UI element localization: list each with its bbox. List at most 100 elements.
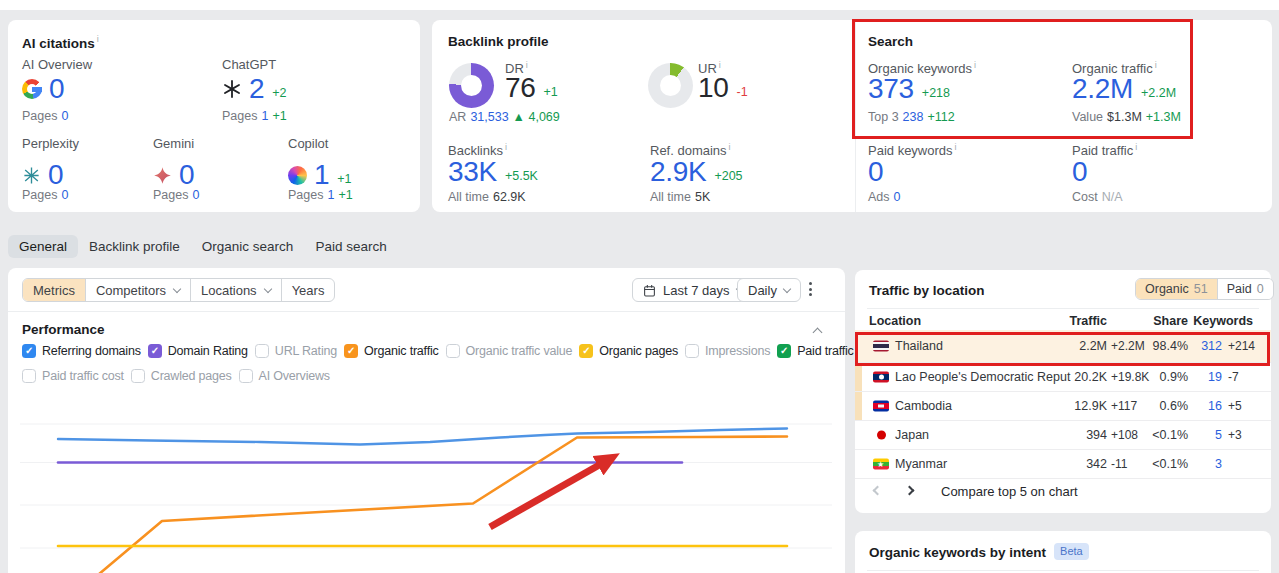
traffic-value: 394 [1086, 428, 1107, 442]
metric-checkbox-url-rating[interactable]: URL Rating [255, 344, 337, 358]
traffic-delta: -11 [1111, 457, 1127, 471]
view-button-locations[interactable]: Locations [190, 279, 281, 301]
tab-general[interactable]: General [8, 235, 78, 258]
tab-backlink-profile[interactable]: Backlink profile [78, 235, 191, 258]
traffic-row-myanmar[interactable]: Myanmar 342 -11 <0.1% 3 [855, 450, 1271, 479]
ai-citation-copilot: Copilot 1+1 Pages1+1 [288, 137, 328, 151]
next-page-icon[interactable] [905, 486, 915, 496]
info-icon: i [1155, 60, 1157, 70]
traffic-by-location-title: Traffic by location [869, 283, 985, 298]
checkbox-unchecked-icon [255, 344, 269, 358]
url-rating-donut [648, 63, 693, 108]
divider [867, 308, 1259, 309]
traffic-delta: +117 [1111, 399, 1137, 413]
metric-checkbox-referring-domains[interactable]: ✓Referring domains [22, 344, 141, 358]
keywords-by-intent-title: Organic keywords by intentBeta [869, 543, 1089, 560]
ai-citation-pages: Pages0 [22, 109, 72, 123]
column-keywords: Keywords [1193, 314, 1253, 328]
compare-top5-link[interactable]: Compare top 5 on chart [941, 484, 1078, 499]
ref-domains-value[interactable]: 2.9K [650, 158, 706, 186]
traffic-value: 342 [1086, 457, 1107, 471]
tab-paid-search[interactable]: Paid search [304, 235, 397, 258]
keywords-delta: +214 [1228, 339, 1255, 353]
flag-icon-th [873, 341, 889, 352]
ai-citation-ai-overview: AI Overview 0 Pages0 [22, 58, 92, 72]
traffic-value: 20.2K [1074, 370, 1107, 384]
metric-checkbox-impressions[interactable]: Impressions [685, 344, 770, 358]
metric-checkbox-domain-rating[interactable]: ✓Domain Rating [148, 344, 248, 358]
keywords-value[interactable]: 19 [1208, 370, 1222, 384]
performance-chart [8, 386, 845, 573]
ai-citation-label: AI Overview [22, 58, 92, 72]
ai-citation-value[interactable]: 1 [314, 161, 329, 189]
paid-traffic-value[interactable]: 0 [1072, 158, 1087, 186]
dr-delta: +1 [544, 85, 558, 99]
ai-citation-value[interactable]: 0 [48, 161, 63, 189]
location-name: Japan [895, 428, 929, 442]
ai-citation-value[interactable]: 0 [179, 161, 194, 189]
traffic-row-japan[interactable]: Japan 394 +108 <0.1% 5 +3 [855, 421, 1271, 450]
traffic-row-lao-people-s-democratic-reput[interactable]: Lao People's Democratic Reput 20.2K +19.… [855, 363, 1271, 392]
checkbox-checked-icon: ✓ [579, 344, 593, 358]
date-range-button[interactable]: Last 7 days [632, 278, 754, 302]
metric-checkbox-paid-traffic-cost[interactable]: Paid traffic cost [22, 369, 124, 383]
traffic-row-thailand[interactable]: Thailand 2.2M +2.2M 98.4% 312 +214 [855, 330, 1271, 363]
ai-citation-label: Perplexity [22, 137, 79, 151]
granularity-button[interactable]: Daily [737, 278, 801, 302]
ai-citation-value[interactable]: 2 [249, 75, 264, 103]
ur-delta: -1 [737, 85, 748, 99]
ref-domains-alltime: All time5K [650, 190, 714, 204]
flag-icon-jp [873, 430, 889, 441]
paid-traffic-cost: CostN/A [1072, 190, 1127, 204]
more-options-icon[interactable] [809, 282, 812, 296]
keywords-value[interactable]: 3 [1215, 457, 1222, 471]
backlink-profile-title: Backlink profile [448, 34, 549, 49]
traffic-toggle-organic[interactable]: Organic51 [1136, 279, 1217, 299]
backlinks-value[interactable]: 33K [448, 158, 497, 186]
organic-traffic-value[interactable]: 2.2M [1072, 75, 1133, 103]
metric-checkbox-organic-traffic-value[interactable]: Organic traffic value [446, 344, 573, 358]
traffic-row-cambodia[interactable]: Cambodia 12.9K +117 0.6% 16 +5 [855, 392, 1271, 421]
traffic-toggle-paid[interactable]: Paid0 [1217, 279, 1273, 299]
ai-citation-delta: +2 [272, 86, 286, 100]
metric-checkbox-ai-overviews[interactable]: AI Overviews [239, 369, 330, 383]
checkbox-checked-icon: ✓ [148, 344, 162, 358]
traffic-value: 2.2M [1079, 339, 1107, 353]
metric-checkbox-organic-traffic[interactable]: ✓Organic traffic [344, 344, 439, 358]
organic-keywords-value[interactable]: 373 [868, 75, 914, 103]
performance-chart-card: MetricsCompetitorsLocationsYears Last 7 … [8, 268, 845, 573]
backlinks-metric: Backlinksi 33K+5.5K All time62.9K [448, 140, 507, 158]
view-button-metrics[interactable]: Metrics [23, 279, 85, 301]
previous-page-icon[interactable] [873, 486, 883, 496]
keywords-value[interactable]: 5 [1215, 428, 1222, 442]
divider [867, 570, 1259, 571]
location-name: Lao People's Democratic Reput [895, 370, 1070, 384]
checkbox-checked-icon: ✓ [344, 344, 358, 358]
ai-citation-pages: Pages1+1 [288, 188, 357, 202]
paid-keywords-value[interactable]: 0 [868, 158, 883, 186]
paid-traffic-metric: Paid traffici 0 CostN/A [1072, 140, 1137, 158]
organic-traffic-delta: +2.2M [1141, 86, 1176, 100]
annotation-arrow [490, 464, 601, 527]
checkbox-checked-icon: ✓ [777, 344, 791, 358]
share-value: 0.9% [1160, 370, 1189, 384]
keywords-value[interactable]: 312 [1201, 339, 1222, 353]
metric-checkbox-paid-traffic[interactable]: ✓Paid traffic [777, 344, 853, 358]
view-button-competitors[interactable]: Competitors [85, 279, 190, 301]
location-name: Cambodia [895, 399, 952, 413]
chevron-down-icon [263, 284, 271, 292]
tab-organic-search[interactable]: Organic search [191, 235, 305, 258]
view-button-group: MetricsCompetitorsLocationsYears [22, 278, 335, 302]
google-icon [22, 79, 42, 99]
metric-checkbox-organic-pages[interactable]: ✓Organic pages [579, 344, 678, 358]
metric-checkbox-crawled-pages[interactable]: Crawled pages [131, 369, 232, 383]
share-value: 98.4% [1153, 339, 1188, 353]
ref-domains-delta: +205 [714, 169, 742, 183]
keywords-value[interactable]: 16 [1208, 399, 1222, 413]
collapse-icon[interactable] [813, 328, 823, 338]
ai-citation-pages: Pages1+1 [222, 109, 291, 123]
view-button-years[interactable]: Years [281, 279, 335, 301]
card-divider [855, 20, 856, 212]
ai-citation-value[interactable]: 0 [49, 75, 64, 103]
checkbox-unchecked-icon [446, 344, 460, 358]
